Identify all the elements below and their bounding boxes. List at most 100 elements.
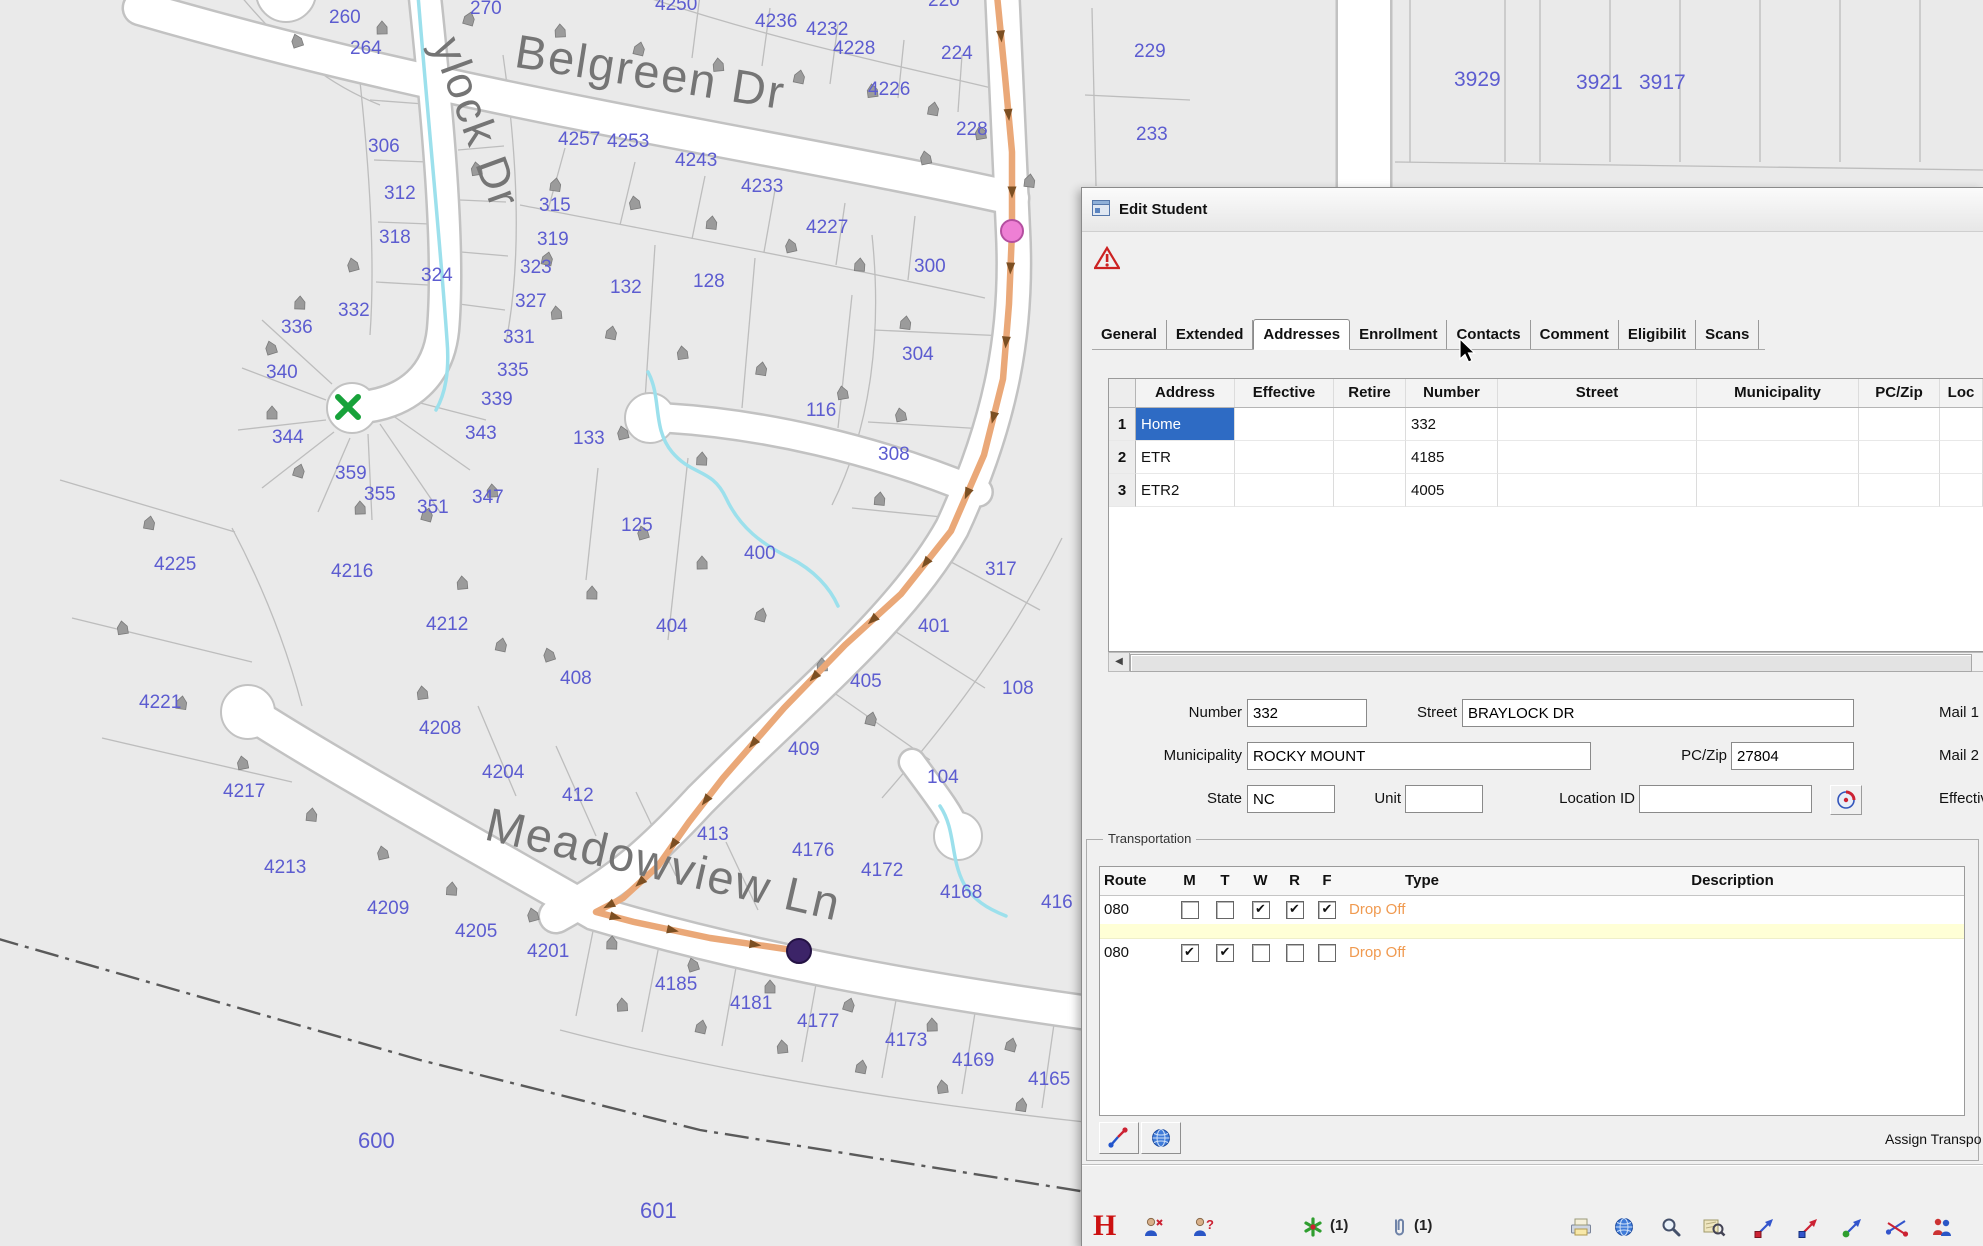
lot-number-label: 4221 <box>139 692 181 713</box>
lot-number-label: 220 <box>928 0 960 11</box>
lot-number-label: 413 <box>697 824 729 845</box>
address-grid[interactable]: AddressEffectiveRetireNumberStreetMunici… <box>1108 378 1983 652</box>
lot-number-label: 319 <box>537 229 569 250</box>
tab-general[interactable]: General <box>1092 320 1167 349</box>
lot-number-label: 308 <box>878 444 910 465</box>
day-checkbox-T[interactable]: ✔ <box>1216 944 1234 962</box>
pczip-input[interactable] <box>1731 742 1854 770</box>
municipality-input[interactable] <box>1247 742 1591 770</box>
lot-number-label: 4181 <box>730 993 772 1014</box>
tab-eligibilit[interactable]: Eligibilit <box>1619 320 1696 349</box>
day-checkbox-R[interactable]: ✔ <box>1286 901 1304 919</box>
lot-number-label: 4208 <box>419 718 461 739</box>
location-id-input[interactable] <box>1639 785 1812 813</box>
lot-number-label: 600 <box>358 1128 395 1153</box>
lot-number-label: 4225 <box>154 554 196 575</box>
transportation-row-1[interactable]: 080✔✔✔Drop Off <box>1100 896 1964 924</box>
day-checkbox-W[interactable]: ✔ <box>1252 901 1270 919</box>
number-input[interactable] <box>1247 699 1367 727</box>
address-grid-header: AddressEffectiveRetireNumberStreetMunici… <box>1109 379 1983 408</box>
history-button[interactable]: H <box>1093 1208 1116 1244</box>
day-checkbox-M[interactable] <box>1181 901 1199 919</box>
attachment-icon[interactable] <box>1380 1210 1418 1244</box>
bottom-toolbar: H ?(1)(1) <box>1082 1208 1983 1246</box>
tab-comment[interactable]: Comment <box>1531 320 1619 349</box>
tab-addresses[interactable]: Addresses <box>1253 319 1350 350</box>
tab-enrollment[interactable]: Enrollment <box>1350 320 1447 349</box>
route-start-stop[interactable] <box>1001 220 1023 242</box>
assign-stop-icon-4[interactable] <box>1878 1210 1916 1244</box>
lot-number-label: 404 <box>656 616 688 637</box>
day-checkbox-M[interactable]: ✔ <box>1181 944 1199 962</box>
scroll-left-button[interactable]: ◀ <box>1109 653 1130 671</box>
lot-number-label: 4227 <box>806 217 848 238</box>
lot-number-label: 4217 <box>223 781 265 802</box>
assign-stop-icon-3[interactable] <box>1834 1210 1872 1244</box>
day-checkbox-W[interactable] <box>1252 944 1270 962</box>
lot-number-label: 359 <box>335 463 367 484</box>
lot-number-label: 4232 <box>806 19 848 40</box>
assign-route-button[interactable] <box>1099 1122 1139 1154</box>
address-grid-scrollbar[interactable]: ◀ <box>1108 652 1983 672</box>
zoom-icon[interactable] <box>1652 1210 1690 1244</box>
lot-number-label: 4233 <box>741 176 783 197</box>
lot-number-label: 306 <box>368 136 400 157</box>
day-checkbox-T[interactable] <box>1216 901 1234 919</box>
assign-stop-icon-2[interactable] <box>1790 1210 1828 1244</box>
lot-number-label: 4253 <box>607 131 649 152</box>
tab-extended[interactable]: Extended <box>1167 320 1254 349</box>
lot-number-label: 133 <box>573 428 605 449</box>
map-zoom-icon[interactable] <box>1695 1210 1733 1244</box>
route-end-stop[interactable] <box>787 939 811 963</box>
lot-number-label: 260 <box>329 7 361 28</box>
lot-number-label: 3921 <box>1576 71 1623 94</box>
lot-number-label: 405 <box>850 671 882 692</box>
scrollbar-thumb[interactable] <box>1130 654 1972 672</box>
mouse-cursor <box>1459 338 1479 371</box>
lot-number-label: 4228 <box>833 38 875 59</box>
day-checkbox-R[interactable] <box>1286 944 1304 962</box>
lot-number-label: 335 <box>497 360 529 381</box>
students-pair-icon[interactable] <box>1923 1210 1961 1244</box>
pczip-label: PC/Zip <box>1647 742 1727 770</box>
lot-number-label: 116 <box>806 400 836 421</box>
lot-number-label: 355 <box>364 484 396 505</box>
street-input[interactable] <box>1462 699 1854 727</box>
map-locate-button[interactable] <box>1141 1122 1181 1154</box>
lot-number-label: 4212 <box>426 614 468 635</box>
globe-icon[interactable] <box>1605 1210 1643 1244</box>
lot-number-label: 4250 <box>655 0 697 15</box>
student-question-icon[interactable]: ? <box>1184 1210 1222 1244</box>
flower-icon[interactable] <box>1294 1210 1332 1244</box>
address-row-etr2[interactable]: 3ETR24005 <box>1109 474 1983 507</box>
lot-number-label: 300 <box>914 256 946 277</box>
transportation-row-2[interactable]: 080✔✔Drop Off <box>1100 939 1964 967</box>
lot-number-label: 4169 <box>952 1050 994 1071</box>
day-checkbox-F[interactable] <box>1318 944 1336 962</box>
address-row-etr[interactable]: 2ETR4185 <box>1109 441 1983 474</box>
assign-stop-icon-1[interactable] <box>1746 1210 1784 1244</box>
lot-number-label: 4205 <box>455 921 497 942</box>
dialog-titlebar[interactable]: Edit Student <box>1082 188 1983 232</box>
transportation-grid[interactable]: RouteMTWRFTypeDescription080✔✔✔Drop Off0… <box>1099 866 1965 1116</box>
unit-input[interactable] <box>1405 785 1483 813</box>
print-map-icon[interactable] <box>1562 1210 1600 1244</box>
edit-student-dialog: Edit Student GeneralExtendedAddressesEnr… <box>1081 187 1983 1246</box>
svg-text:?: ? <box>1206 1217 1214 1232</box>
lot-number-label: 318 <box>379 227 411 248</box>
lot-number-label: 270 <box>470 0 502 19</box>
lot-number-label: 351 <box>417 497 449 518</box>
tab-scans[interactable]: Scans <box>1696 320 1759 349</box>
lot-number-label: 3929 <box>1454 68 1501 91</box>
lot-number-label: 601 <box>640 1198 677 1223</box>
student-locate-icon[interactable] <box>1134 1210 1172 1244</box>
lot-number-label: 4176 <box>792 840 834 861</box>
toolbar-separator <box>1082 1164 1983 1166</box>
lot-number-label: 304 <box>902 344 934 365</box>
lot-number-label: 4168 <box>940 882 982 903</box>
street-label: Street <box>1377 699 1457 727</box>
lot-number-label: 4177 <box>797 1011 839 1032</box>
locate-address-button[interactable] <box>1830 785 1862 815</box>
address-row-home[interactable]: 1Home332 <box>1109 408 1983 441</box>
day-checkbox-F[interactable]: ✔ <box>1318 901 1336 919</box>
